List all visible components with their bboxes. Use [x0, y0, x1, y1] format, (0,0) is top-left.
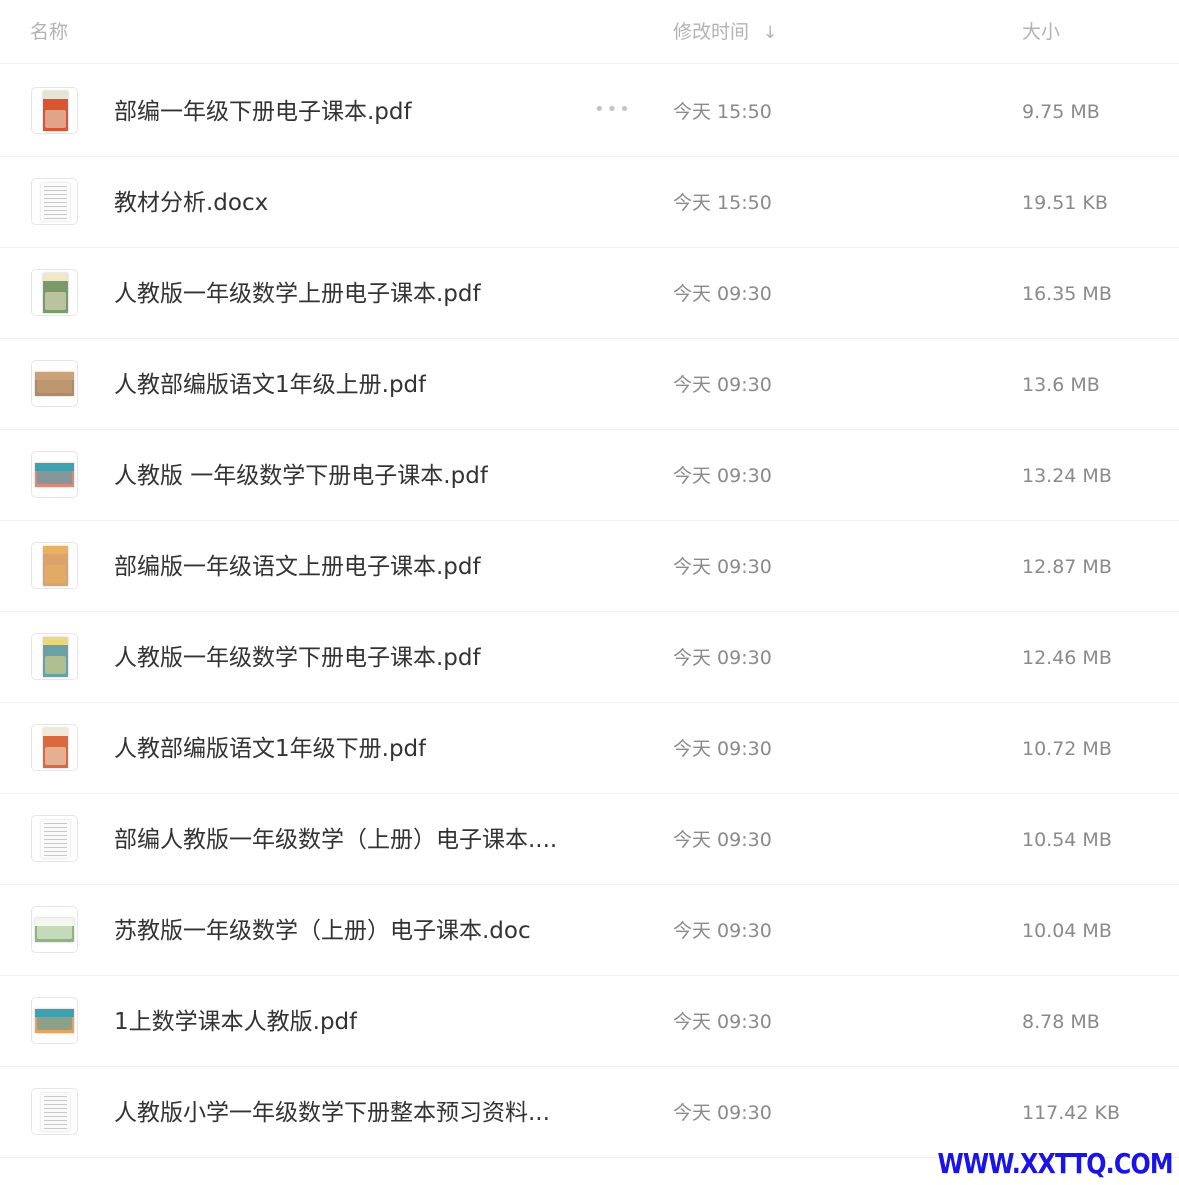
document-thumbnail-icon	[31, 1088, 78, 1135]
file-modified-time: 今天 09:30	[673, 283, 772, 305]
file-name[interactable]: 人教部编版语文1年级上册.pdf	[114, 369, 426, 401]
file-row[interactable]: 部编人教版一年级数学（上册）电子课本.... 今天 09:30 10.54 MB	[0, 794, 1179, 885]
file-modified-time: 今天 09:30	[673, 465, 772, 487]
book-cover-thumbnail-icon	[31, 451, 78, 498]
file-size: 12.46 MB	[1022, 647, 1112, 669]
file-modified-time: 今天 09:30	[673, 374, 772, 396]
file-size: 10.72 MB	[1022, 738, 1112, 760]
file-modified-time: 今天 09:30	[673, 1011, 772, 1033]
file-size: 117.42 KB	[1022, 1102, 1121, 1124]
file-row[interactable]: 部编一年级下册电子课本.pdf ••• 今天 15:50 9.75 MB	[0, 66, 1179, 157]
file-name[interactable]: 教材分析.docx	[114, 187, 268, 219]
document-thumbnail-icon	[31, 178, 78, 225]
column-header-name[interactable]: 名称	[30, 18, 68, 46]
file-modified-time: 今天 09:30	[673, 556, 772, 578]
arrow-down-icon[interactable]: ↓	[763, 19, 777, 47]
file-modified-time: 今天 09:30	[673, 738, 772, 760]
file-size: 16.35 MB	[1022, 283, 1112, 305]
file-name[interactable]: 部编版一年级语文上册电子课本.pdf	[114, 551, 481, 583]
file-name[interactable]: 苏教版一年级数学（上册）电子课本.doc	[114, 915, 531, 947]
column-header-modified-time-label: 修改时间	[673, 21, 750, 43]
file-row[interactable]: 人教部编版语文1年级上册.pdf 今天 09:30 13.6 MB	[0, 339, 1179, 430]
book-cover-thumbnail-icon	[31, 360, 78, 407]
file-list-header: 名称 修改时间 ↓ 大小	[0, 0, 1179, 64]
book-cover-thumbnail-icon	[31, 542, 78, 589]
file-size: 8.78 MB	[1022, 1011, 1100, 1033]
file-modified-time: 今天 09:30	[673, 647, 772, 669]
watermark-logo: WWW.XXTTQ.COM	[937, 1147, 1174, 1180]
file-name[interactable]: 人教版小学一年级数学下册整本预习资料...	[114, 1097, 550, 1129]
file-modified-time: 今天 15:50	[673, 192, 772, 214]
book-cover-thumbnail-icon	[31, 724, 78, 771]
file-size: 13.24 MB	[1022, 465, 1112, 487]
file-name[interactable]: 人教部编版语文1年级下册.pdf	[114, 733, 426, 765]
file-size: 12.87 MB	[1022, 556, 1112, 578]
book-cover-thumbnail-icon	[31, 906, 78, 953]
file-name[interactable]: 人教版 一年级数学下册电子课本.pdf	[114, 460, 488, 492]
file-size: 10.54 MB	[1022, 829, 1112, 851]
file-size: 13.6 MB	[1022, 374, 1100, 396]
file-row[interactable]: 教材分析.docx 今天 15:50 19.51 KB	[0, 157, 1179, 248]
file-name[interactable]: 人教版一年级数学下册电子课本.pdf	[114, 642, 481, 674]
column-header-size[interactable]: 大小	[1022, 18, 1060, 46]
file-modified-time: 今天 15:50	[673, 101, 772, 123]
file-size: 9.75 MB	[1022, 101, 1100, 123]
file-row[interactable]: 1上数学课本人教版.pdf 今天 09:30 8.78 MB	[0, 976, 1179, 1067]
file-name[interactable]: 人教版一年级数学上册电子课本.pdf	[114, 278, 481, 310]
column-header-modified-time[interactable]: 修改时间 ↓	[673, 18, 777, 47]
file-name[interactable]: 部编人教版一年级数学（上册）电子课本....	[114, 824, 557, 856]
file-list: 部编一年级下册电子课本.pdf ••• 今天 15:50 9.75 MB 教材分析.do…	[0, 66, 1179, 1158]
book-cover-thumbnail-icon	[31, 269, 78, 316]
book-cover-thumbnail-icon	[31, 87, 78, 134]
file-size: 10.04 MB	[1022, 920, 1112, 942]
file-row[interactable]: 人教版一年级数学上册电子课本.pdf 今天 09:30 16.35 MB	[0, 248, 1179, 339]
file-row[interactable]: 部编版一年级语文上册电子课本.pdf 今天 09:30 12.87 MB	[0, 521, 1179, 612]
file-row[interactable]: 人教版 一年级数学下册电子课本.pdf 今天 09:30 13.24 MB	[0, 430, 1179, 521]
file-modified-time: 今天 09:30	[673, 829, 772, 851]
file-row[interactable]: 人教版一年级数学下册电子课本.pdf 今天 09:30 12.46 MB	[0, 612, 1179, 703]
file-row[interactable]: 人教部编版语文1年级下册.pdf 今天 09:30 10.72 MB	[0, 703, 1179, 794]
book-cover-thumbnail-icon	[31, 997, 78, 1044]
book-cover-thumbnail-icon	[31, 633, 78, 680]
file-row[interactable]: 苏教版一年级数学（上册）电子课本.doc 今天 09:30 10.04 MB	[0, 885, 1179, 976]
file-modified-time: 今天 09:30	[673, 920, 772, 942]
file-size: 19.51 KB	[1022, 192, 1108, 214]
file-row[interactable]: 人教版小学一年级数学下册整本预习资料... 今天 09:30 117.42 KB	[0, 1067, 1179, 1158]
file-modified-time: 今天 09:30	[673, 1102, 772, 1124]
ellipsis-icon[interactable]: •••	[594, 98, 632, 122]
document-thumbnail-icon	[31, 815, 78, 862]
file-name[interactable]: 1上数学课本人教版.pdf	[114, 1006, 357, 1038]
file-name[interactable]: 部编一年级下册电子课本.pdf	[114, 96, 412, 128]
